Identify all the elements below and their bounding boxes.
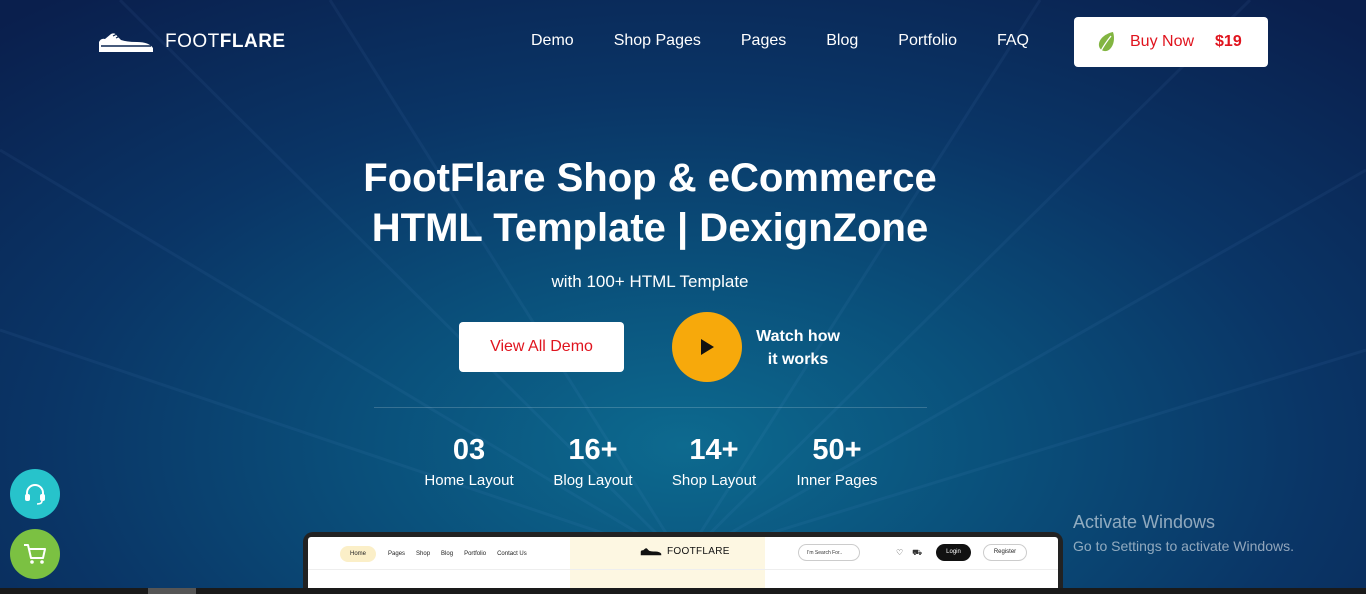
nav-demo[interactable]: Demo: [531, 32, 574, 50]
preview-nav-shop: Shop: [416, 551, 431, 557]
stat-number: 03: [452, 434, 486, 466]
hero-title-line2: HTML Template | DexignZone: [371, 206, 929, 250]
hero-title-line1: FootFlare Shop & eCommerce: [363, 156, 937, 200]
stat-shop-layout: 14+ Shop Layout: [659, 433, 769, 489]
support-button[interactable]: [10, 469, 60, 519]
stat-number: 16+: [568, 434, 618, 466]
nav-portfolio[interactable]: Portfolio: [898, 32, 957, 50]
view-all-demo-button[interactable]: View All Demo: [459, 322, 624, 372]
cart-icon: [24, 544, 46, 564]
envato-leaf-icon: [1098, 32, 1114, 52]
preview-nav-contact: Contact Us: [497, 551, 527, 557]
logo-text: FOOTFLARE: [165, 31, 286, 53]
main-nav: Demo Shop Pages Pages Blog Portfolio FAQ: [531, 32, 1069, 50]
scrollbar-thumb[interactable]: [148, 588, 196, 594]
preview-shoe-icon: [640, 548, 662, 556]
stat-number: 14+: [689, 434, 739, 466]
nav-blog[interactable]: Blog: [826, 32, 858, 50]
template-preview-mockup: Home Pages Shop Blog Portfolio Contact U…: [303, 532, 1063, 594]
preview-login: Login: [936, 544, 971, 561]
preview-logo-text: FOOTFLARE: [667, 546, 730, 557]
stat-label: Home Layout: [424, 472, 514, 489]
background-rays: [0, 0, 1366, 562]
nav-pages[interactable]: Pages: [741, 32, 786, 50]
preview-icons: ♡ ⛟: [896, 548, 922, 558]
stat-label: Shop Layout: [671, 472, 757, 489]
cart-button[interactable]: [10, 529, 60, 579]
preview-nav-blog: Blog: [441, 551, 454, 557]
stat-blog-layout: 16+ Blog Layout: [538, 433, 648, 489]
preview-nav-pages: Pages: [388, 551, 406, 557]
preview-register: Register: [983, 544, 1027, 561]
stat-number: 50+: [812, 434, 862, 466]
site-logo[interactable]: FOOTFLARE: [97, 28, 286, 56]
stat-inner-pages: 50+ Inner Pages: [782, 433, 892, 489]
shoe-icon: [99, 33, 153, 52]
headset-icon: [25, 484, 45, 505]
buy-now-label: Buy Now: [1130, 33, 1195, 50]
hero-title: FootFlare Shop & eCommerce HTML Template…: [0, 153, 1300, 253]
activate-title: Activate Windows: [1073, 512, 1216, 532]
stat-label: Blog Layout: [553, 472, 633, 489]
preview-logo: FOOTFLARE: [640, 546, 730, 557]
stat-home-layout: 03 Home Layout: [414, 433, 524, 489]
preview-divider: [308, 569, 1058, 570]
stat-label: Inner Pages: [796, 472, 878, 489]
watch-line1: Watch how: [756, 328, 840, 345]
hero-divider: [374, 407, 927, 408]
hero-subtitle: with 100+ HTML Template: [551, 272, 749, 291]
preview-heart-icon: ♡: [896, 548, 904, 557]
logo-text-light: FOOT: [165, 31, 220, 52]
play-icon: [701, 339, 714, 355]
nav-faq[interactable]: FAQ: [997, 32, 1029, 50]
activate-subtitle: Go to Settings to activate Windows.: [1073, 538, 1294, 554]
horizontal-scrollbar[interactable]: [0, 588, 1366, 594]
logo-text-bold: FLARE: [219, 31, 286, 52]
site-header: FOOTFLARE Demo Shop Pages Pages Blog Por…: [0, 0, 1366, 84]
watch-line2: it works: [767, 351, 829, 368]
preview-search: I'm Search For..: [798, 544, 860, 561]
preview-nav-portfolio: Portfolio: [464, 551, 487, 557]
preview-screen: Home Pages Shop Blog Portfolio Contact U…: [308, 537, 1058, 594]
buy-now-button[interactable]: Buy Now $19: [1074, 17, 1268, 67]
buy-now-price: $19: [1215, 33, 1242, 50]
play-video-button[interactable]: [672, 312, 742, 382]
watch-how-it-works[interactable]: Watch how it works: [752, 325, 844, 371]
preview-nav: Home Pages Shop Blog Portfolio Contact U…: [340, 546, 538, 562]
nav-shop-pages[interactable]: Shop Pages: [614, 32, 701, 50]
preview-cart-icon: ⛟: [912, 548, 923, 557]
preview-nav-home: Home: [340, 546, 377, 562]
activate-windows-watermark: Activate Windows Go to Settings to activ…: [1073, 512, 1294, 554]
